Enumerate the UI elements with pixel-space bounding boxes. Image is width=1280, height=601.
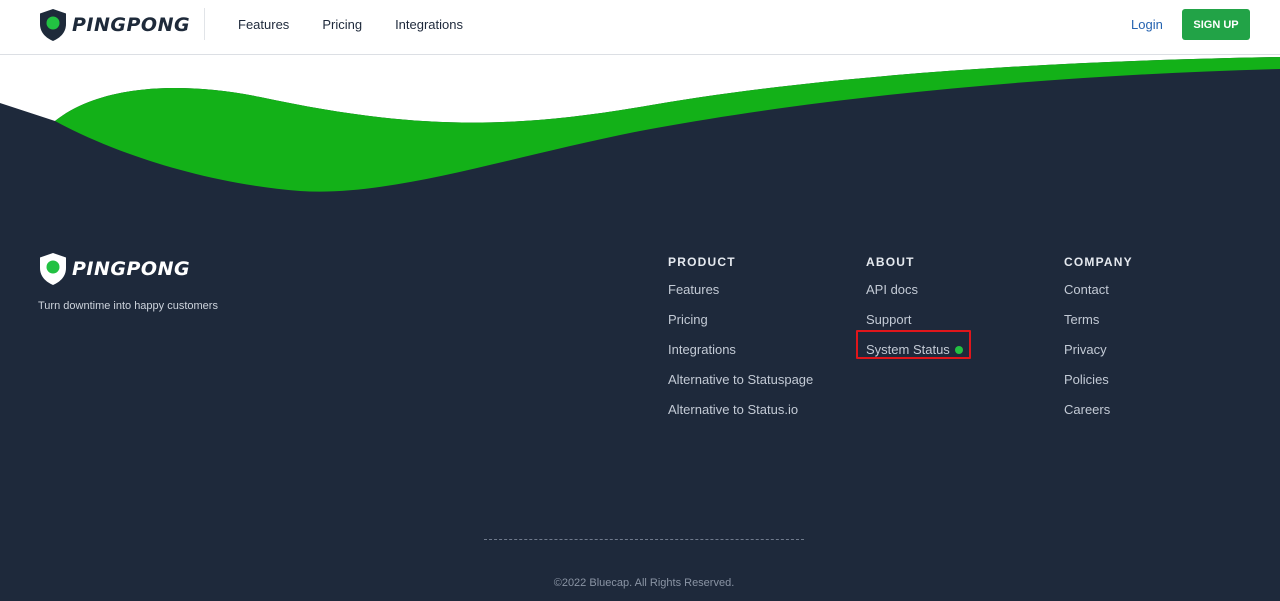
nav-integrations[interactable]: Integrations: [395, 17, 463, 32]
footer-link-privacy[interactable]: Privacy: [1064, 342, 1133, 372]
column-heading: ABOUT: [866, 255, 915, 269]
footer-link-policies[interactable]: Policies: [1064, 372, 1133, 402]
copyright-text: ©2022 Bluecap. All Rights Reserved.: [553, 577, 735, 589]
footer-logo[interactable]: PINGPONG: [38, 252, 190, 286]
footer-column-company: COMPANY Contact Terms Privacy Policies C…: [1064, 255, 1133, 432]
login-link[interactable]: Login: [1131, 17, 1163, 32]
system-status-link[interactable]: System Status: [856, 330, 971, 359]
footer-divider: [484, 539, 804, 540]
footer-link-contact[interactable]: Contact: [1064, 282, 1133, 312]
header-divider: [204, 8, 205, 40]
status-dot-icon: [954, 345, 963, 354]
footer-link-pricing[interactable]: Pricing: [668, 312, 813, 342]
shield-logo-icon: [40, 9, 66, 41]
system-status-label: System Status: [866, 342, 950, 357]
site-header: PINGPONG Features Pricing Integrations L…: [0, 0, 1280, 55]
signup-button[interactable]: SIGN UP: [1182, 9, 1250, 40]
footer-column-about: ABOUT API docs Support System Status: [856, 255, 971, 372]
column-heading: PRODUCT: [668, 255, 736, 269]
column-heading: COMPANY: [1064, 255, 1133, 269]
footer-link-terms[interactable]: Terms: [1064, 312, 1133, 342]
footer-brand-name: PINGPONG: [72, 258, 191, 280]
nav-features[interactable]: Features: [238, 17, 289, 32]
main-nav: Features Pricing Integrations: [238, 0, 496, 48]
header-logo[interactable]: PINGPONG: [38, 8, 190, 42]
footer-column-product: PRODUCT Features Pricing Integrations Al…: [668, 255, 813, 432]
footer-link-careers[interactable]: Careers: [1064, 402, 1133, 432]
footer-item-system-status: System Status: [856, 330, 971, 372]
footer-link-api-docs[interactable]: API docs: [866, 282, 963, 312]
footer-link-integrations[interactable]: Integrations: [668, 342, 813, 372]
brand-name: PINGPONG: [72, 14, 191, 36]
nav-pricing[interactable]: Pricing: [322, 17, 362, 32]
footer-link-support[interactable]: Support: [866, 312, 963, 342]
shield-logo-icon: [40, 253, 66, 285]
decorative-wave: [0, 55, 1280, 192]
copyright: ©2022 Bluecap. All Rights Reserved.: [0, 577, 1280, 589]
brand-tagline: Turn downtime into happy customers: [38, 300, 218, 312]
footer-link-alt-statuspage[interactable]: Alternative to Statuspage: [668, 372, 813, 402]
footer-link-features[interactable]: Features: [668, 282, 813, 312]
footer-link-alt-statusio[interactable]: Alternative to Status.io: [668, 402, 813, 432]
